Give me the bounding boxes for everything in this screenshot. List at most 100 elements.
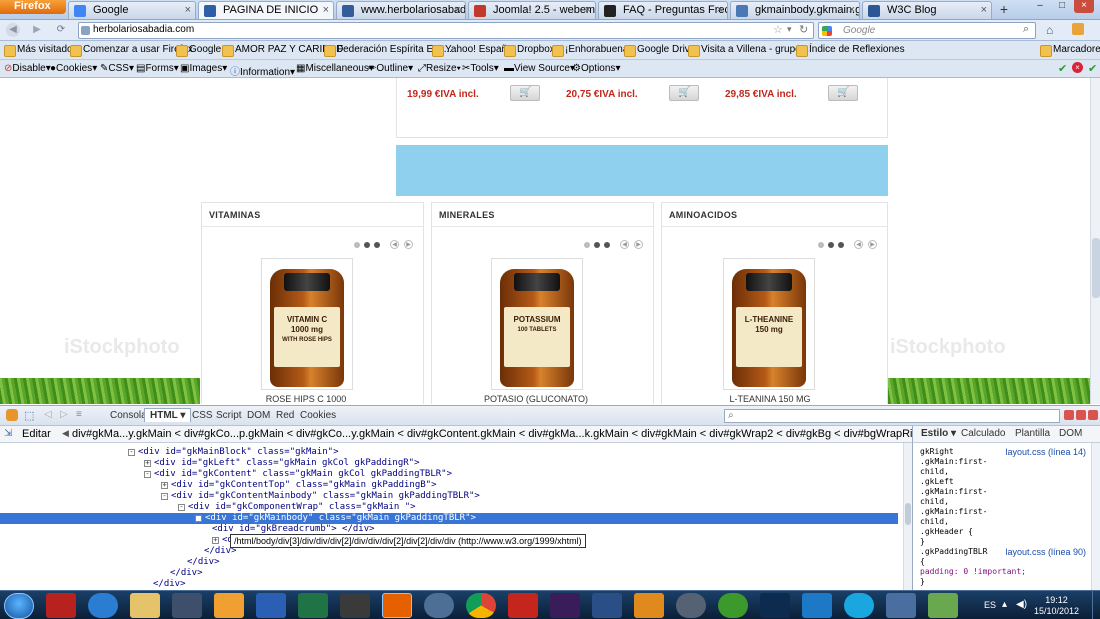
photoshop-icon[interactable] [760, 593, 790, 618]
expand-icon[interactable]: + [144, 460, 151, 467]
close-icon[interactable]: × [455, 2, 461, 19]
html-node[interactable]: </div> [0, 568, 898, 579]
inspect-icon[interactable]: ⬚ [24, 409, 34, 422]
clock[interactable]: 19:12 15/10/2012 [1034, 595, 1079, 617]
firefox-menu-button[interactable]: Firefox [0, 0, 66, 14]
product-name-link[interactable]: POTASIO (GLUCONATO) [436, 394, 636, 404]
google-engine-icon[interactable] [822, 26, 832, 36]
webdev-forms[interactable]: ▤Forms▾ [136, 63, 179, 74]
acrobat-icon[interactable] [508, 593, 538, 618]
skype-icon[interactable] [844, 593, 874, 618]
scrollbar-thumb[interactable] [905, 503, 911, 525]
html-node[interactable]: - <div id="gkComponentWrap" class="gkMain… [0, 502, 898, 513]
webdev-tools[interactable]: ✂Tools▾ [462, 63, 499, 74]
close-panel-icon[interactable] [1088, 410, 1098, 420]
devtools-search-input[interactable]: ⌕ [724, 409, 1060, 423]
minimize-icon[interactable]: – [1030, 0, 1050, 13]
tab-faq[interactable]: FAQ - Preguntas Frecuentes × [598, 1, 728, 19]
volume-icon[interactable]: ◀) [1016, 599, 1027, 610]
edit-button[interactable]: Editar [22, 428, 51, 440]
html-node[interactable]: + <div id="gkContentTop" class="gkMain gk… [0, 480, 898, 491]
check-icon[interactable]: ✔ [1088, 62, 1097, 75]
utorrent-icon[interactable] [718, 593, 748, 618]
tree-scrollbar[interactable] [903, 443, 912, 590]
devtools-tab-dom[interactable]: DOM [247, 410, 270, 421]
webdev-resize[interactable]: ⤢Resize▾ [418, 63, 461, 74]
error-icon[interactable]: × [1072, 62, 1083, 73]
carousel-dot[interactable] [374, 242, 380, 248]
language-indicator[interactable]: ES [984, 600, 996, 610]
carousel-dot[interactable] [828, 242, 834, 248]
new-tab-button[interactable]: + [996, 2, 1012, 18]
product-image[interactable]: VITAMIN C 1000 mg WITH ROSE HIPS [261, 258, 353, 390]
show-desktop-button[interactable] [1092, 591, 1100, 619]
breadcrumb-arrow-icon[interactable]: ◀ [62, 428, 69, 439]
tab-joomla[interactable]: Joomla! 2.5 - webempresa ... × [468, 1, 596, 19]
back-arrow-icon[interactable]: ◀ [6, 23, 20, 37]
check-icon[interactable]: ✔ [1058, 62, 1067, 75]
webdev-disable[interactable]: ⊘Disable▾ [4, 63, 51, 74]
expand-icon[interactable]: + [212, 537, 219, 544]
product-image[interactable]: POTASSIUM 100 TABLETS [491, 258, 583, 390]
page-scrollbar[interactable] [1090, 78, 1100, 404]
prev-arrow-icon[interactable]: ◀ [620, 240, 629, 249]
tray-arrow-icon[interactable]: ▴ [1002, 599, 1007, 610]
expand-icon[interactable]: + [161, 482, 168, 489]
start-button[interactable] [4, 593, 34, 619]
tab-w3c-blog[interactable]: W3C Blog × [862, 1, 992, 19]
minimize-panel-icon[interactable] [1064, 410, 1074, 420]
green-app-icon[interactable] [928, 593, 958, 618]
next-arrow-icon[interactable]: ▶ [868, 240, 877, 249]
mail-client-icon[interactable] [802, 593, 832, 618]
add-to-cart-button[interactable]: 🛒 [669, 85, 699, 101]
bookmark-item[interactable]: Google Drive [624, 44, 695, 57]
close-icon[interactable]: × [585, 2, 591, 19]
forward-arrow-icon[interactable]: ▶ [30, 23, 44, 37]
carousel-dot[interactable] [838, 242, 844, 248]
breadcrumb[interactable]: div#gkMa...y.gkMain < div#gkCo...p.gkMai… [72, 428, 1054, 440]
webdev-information[interactable]: ⓘInformation▾ [230, 63, 295, 78]
css-source-link[interactable]: layout.css (línea 14) [1005, 447, 1086, 457]
add-to-cart-button[interactable]: 🛒 [510, 85, 540, 101]
add-to-cart-button[interactable]: 🛒 [828, 85, 858, 101]
html-node[interactable]: - <div id="gkContentMainbody" class="gkMa… [0, 491, 898, 502]
scrollbar-thumb[interactable] [1092, 238, 1100, 298]
side-tab-plantilla[interactable]: Plantilla [1015, 428, 1050, 439]
close-icon[interactable]: × [185, 2, 191, 19]
product-image[interactable]: L-THEANINE 150 mg [723, 258, 815, 390]
expand-icon[interactable]: ⇲ [4, 428, 12, 439]
firefox-icon[interactable] [382, 593, 412, 618]
html-node[interactable]: - <div id="gkContent" class="gkMain gkCol… [0, 469, 898, 480]
forward-icon[interactable]: ▷ [60, 409, 68, 420]
internet-explorer-icon[interactable] [88, 593, 118, 618]
search-box[interactable]: Google ⌕ [818, 22, 1036, 39]
document-icon[interactable] [592, 593, 622, 618]
history-icon[interactable]: ⟳ [54, 23, 68, 37]
html-node[interactable]: - <div id="gkMainBlock" class="gkMain"> [0, 447, 898, 458]
css-source-link[interactable]: layout.css (línea 90) [1005, 547, 1086, 557]
collapse-icon[interactable]: - [195, 515, 202, 522]
bookmarks-menu[interactable]: Marcadores [1040, 44, 1100, 57]
side-tab-calculado[interactable]: Calculado [961, 428, 1005, 439]
style-scrollbar[interactable] [1091, 443, 1100, 590]
filezilla-icon[interactable] [46, 593, 76, 618]
bookmark-item[interactable]: Dropbox [504, 44, 555, 57]
bookmark-item[interactable]: Índice de Reflexiones [796, 44, 905, 57]
bookmark-item[interactable]: ¡Enhorabuena! [552, 44, 631, 57]
webdev-miscellaneous[interactable]: ▦Miscellaneous▾ [296, 63, 374, 74]
close-icon[interactable]: × [323, 2, 329, 19]
side-tab-dom[interactable]: DOM [1059, 428, 1082, 439]
close-icon[interactable]: × [981, 2, 987, 19]
html-node[interactable]: - <div id="gkMainbody" class="gkMain gkPa… [0, 513, 898, 524]
webdev-options[interactable]: ⚙Options▾ [572, 63, 620, 74]
detach-panel-icon[interactable] [1076, 410, 1086, 420]
reload-icon[interactable]: ↻ [799, 23, 808, 36]
tab-pagina-de-inicio[interactable]: PAGINA DE INICIO × [198, 1, 334, 19]
devtools-tab-console[interactable]: Consola [110, 410, 147, 421]
collapse-icon[interactable]: - [178, 504, 185, 511]
webdev-outline[interactable]: ✏Outline▾ [368, 63, 413, 74]
collapse-icon[interactable]: - [128, 449, 135, 456]
devtools-tab-red[interactable]: Red [276, 410, 294, 421]
search-icon[interactable]: ⌕ [1023, 23, 1029, 36]
webdev-view-source[interactable]: ▬View Source▾ [504, 63, 575, 74]
